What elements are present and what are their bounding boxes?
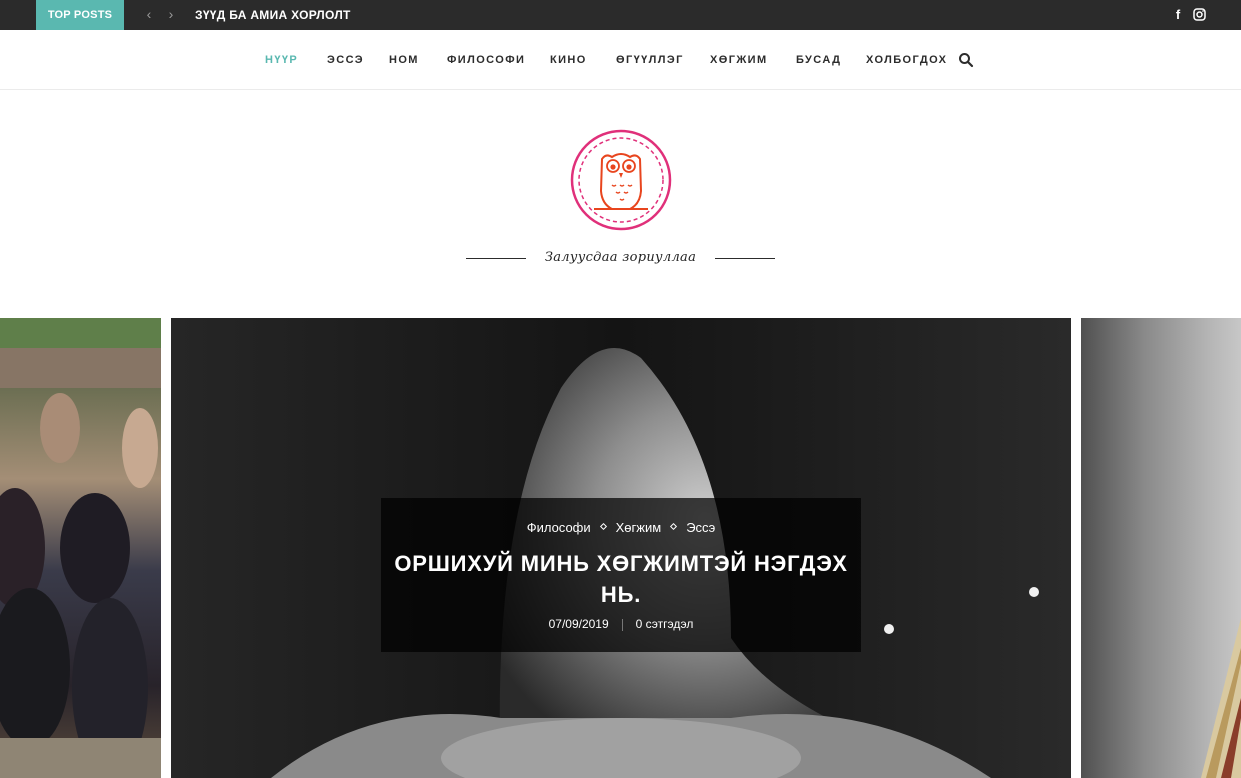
main-nav: НҮҮР ЭССЭ НОМ ФИЛОСОФИ КИНО ӨГҮҮЛЛЭГ ХӨГ… bbox=[0, 30, 1241, 90]
post-title[interactable]: ОРШИХУЙ МИНЬ ХӨГЖИМТЭЙ НЭГДЭХ НЬ. bbox=[391, 548, 851, 610]
category-link[interactable]: Философи bbox=[527, 520, 591, 536]
nav-item-contact[interactable]: ХОЛБОГДОХ bbox=[866, 30, 947, 90]
divider-right bbox=[715, 258, 775, 259]
top-bar: TOP POSTS ‹ › ЗҮҮД БА АМИА ХОРЛОЛТ f bbox=[0, 0, 1241, 30]
category-separator bbox=[670, 523, 678, 531]
site-tagline: Залуусдаа зориуллаа bbox=[544, 250, 697, 265]
slide-previous[interactable] bbox=[0, 318, 161, 778]
students-photo bbox=[0, 318, 161, 778]
search-icon[interactable] bbox=[958, 52, 974, 68]
post-date: 07/09/2019 bbox=[548, 617, 609, 631]
slide-next[interactable] bbox=[1081, 318, 1241, 778]
facebook-icon[interactable]: f bbox=[1171, 0, 1185, 30]
top-posts-label: TOP POSTS bbox=[36, 0, 124, 30]
nav-item-home[interactable]: НҮҮР bbox=[265, 30, 298, 90]
post-meta: 07/09/2019 0 сэтгэдэл bbox=[381, 616, 861, 632]
category-separator bbox=[599, 523, 607, 531]
book-photo bbox=[1201, 618, 1241, 778]
meta-separator bbox=[621, 618, 623, 631]
next-post-button[interactable]: › bbox=[164, 0, 178, 30]
prev-post-button[interactable]: ‹ bbox=[142, 0, 156, 30]
nav-item-essay[interactable]: ЭССЭ bbox=[327, 30, 364, 90]
nav-item-books[interactable]: НОМ bbox=[389, 30, 419, 90]
post-categories: Философи Хөгжим Эссэ bbox=[381, 520, 861, 536]
nav-item-movies[interactable]: КИНО bbox=[550, 30, 587, 90]
site-logo[interactable] bbox=[570, 129, 672, 231]
tagline-block: Залуусдаа зориуллаа bbox=[466, 248, 775, 268]
nav-item-music[interactable]: ХӨГЖИМ bbox=[710, 30, 768, 90]
nav-item-philosophy[interactable]: ФИЛОСОФИ bbox=[447, 30, 525, 90]
category-link[interactable]: Хөгжим bbox=[616, 520, 662, 536]
category-link[interactable]: Эссэ bbox=[686, 520, 715, 536]
top-post-headline[interactable]: ЗҮҮД БА АМИА ХОРЛОЛТ bbox=[195, 0, 351, 30]
instagram-icon[interactable] bbox=[1192, 0, 1206, 30]
comments-link[interactable]: 0 сэтгэдэл bbox=[636, 617, 694, 631]
featured-caption: Философи Хөгжим Эссэ ОРШИХУЙ МИНЬ ХӨГЖИМТЭ… bbox=[381, 498, 861, 652]
nav-item-stories[interactable]: ӨГҮҮЛЛЭГ bbox=[616, 30, 684, 90]
featured-slide[interactable]: Философи Хөгжим Эссэ ОРШИХУЙ МИНЬ ХӨГЖИМТЭ… bbox=[171, 318, 1071, 778]
nav-item-other[interactable]: БУСАД bbox=[796, 30, 841, 90]
divider-left bbox=[466, 258, 526, 259]
